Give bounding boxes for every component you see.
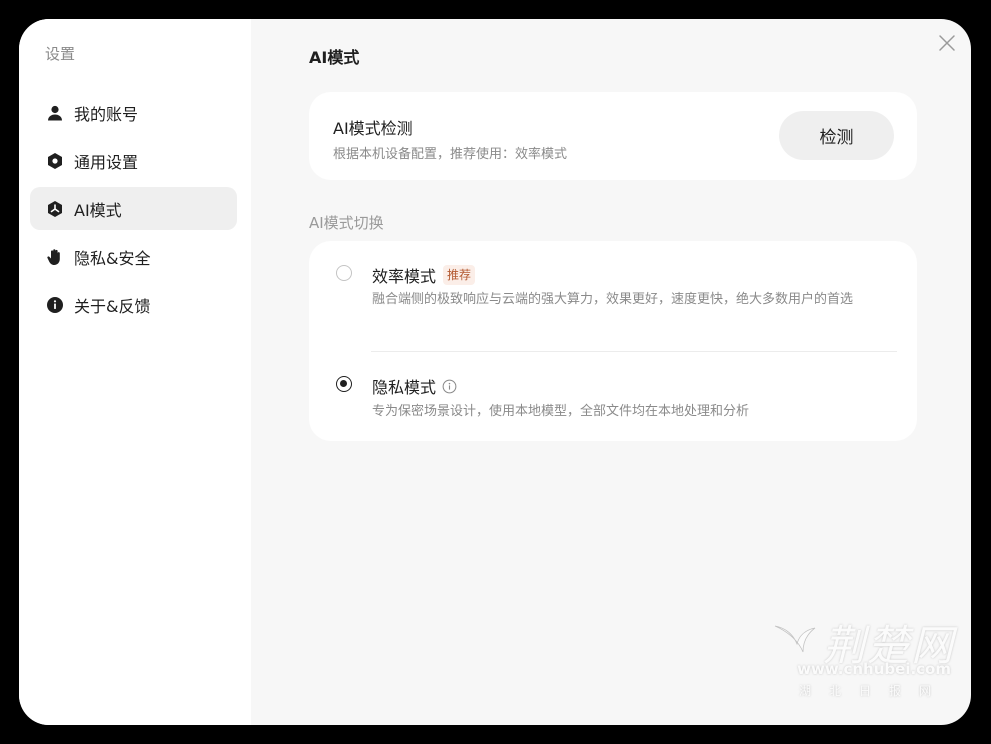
sidebar: 设置 我的账号 通用设置 AI模式 隐私&安全 关于&反馈 bbox=[19, 19, 251, 725]
sidebar-item-ai-mode[interactable]: AI模式 bbox=[30, 187, 237, 230]
close-icon bbox=[939, 35, 955, 51]
mode-name: 隐私模式 bbox=[372, 374, 457, 398]
sidebar-item-label: 关于&反馈 bbox=[74, 296, 151, 316]
radio-selected-dot bbox=[340, 380, 347, 387]
close-button[interactable] bbox=[937, 33, 957, 53]
detect-description: 根据本机设备配置，推荐使用：效率模式 bbox=[333, 147, 568, 162]
info-icon[interactable] bbox=[442, 379, 457, 394]
mode-name: 效率模式 推荐 bbox=[372, 263, 476, 287]
detect-button[interactable]: 检测 bbox=[779, 111, 894, 160]
efficiency-mode-name: 效率模式 bbox=[372, 267, 437, 286]
efficiency-mode-description: 融合端侧的极致响应与云端的强大算力，效果更好，速度更快，绝大多数用户的首选 bbox=[372, 292, 854, 307]
sidebar-nav: 我的账号 通用设置 AI模式 隐私&安全 关于&反馈 bbox=[30, 91, 237, 331]
sidebar-item-privacy-security[interactable]: 隐私&安全 bbox=[30, 235, 237, 278]
ai-mode-icon bbox=[46, 200, 64, 218]
info-circle-icon bbox=[46, 296, 64, 314]
main-panel: AI模式 AI模式检测 根据本机设备配置，推荐使用：效率模式 检测 AI模式切换… bbox=[251, 19, 971, 725]
settings-window: 设置 我的账号 通用设置 AI模式 隐私&安全 关于&反馈 AI模式 AI模式检… bbox=[19, 19, 971, 725]
hexagon-settings-icon bbox=[46, 152, 64, 170]
sidebar-item-general-settings[interactable]: 通用设置 bbox=[30, 139, 237, 182]
sidebar-item-label: 我的账号 bbox=[74, 104, 139, 124]
privacy-mode-option[interactable]: 隐私模式 专为保密场景设计，使用本地模型，全部文件均在本地处理和分析 bbox=[309, 352, 917, 441]
person-icon bbox=[46, 104, 64, 122]
ai-mode-switch-label: AI模式切换 bbox=[309, 214, 384, 232]
sidebar-item-about-feedback[interactable]: 关于&反馈 bbox=[30, 283, 237, 326]
sidebar-item-label: 通用设置 bbox=[74, 152, 139, 172]
hand-icon bbox=[46, 248, 64, 266]
sidebar-item-label: AI模式 bbox=[74, 200, 122, 220]
recommended-badge: 推荐 bbox=[443, 265, 476, 285]
efficiency-mode-option[interactable]: 效率模式 推荐 融合端侧的极致响应与云端的强大算力，效果更好，速度更快，绝大多数… bbox=[309, 241, 917, 351]
efficiency-mode-radio[interactable] bbox=[336, 265, 352, 281]
sidebar-item-label: 隐私&安全 bbox=[74, 248, 151, 268]
privacy-mode-radio[interactable] bbox=[336, 376, 352, 392]
sidebar-title: 设置 bbox=[45, 45, 76, 63]
page-title: AI模式 bbox=[309, 48, 360, 67]
ai-mode-options-card: 效率模式 推荐 融合端侧的极致响应与云端的强大算力，效果更好，速度更快，绝大多数… bbox=[309, 241, 917, 441]
detect-title: AI模式检测 bbox=[333, 119, 413, 138]
ai-mode-detect-card: AI模式检测 根据本机设备配置，推荐使用：效率模式 检测 bbox=[309, 92, 917, 180]
privacy-mode-name: 隐私模式 bbox=[372, 378, 437, 397]
privacy-mode-description: 专为保密场景设计，使用本地模型，全部文件均在本地处理和分析 bbox=[372, 404, 750, 419]
sidebar-item-my-account[interactable]: 我的账号 bbox=[30, 91, 237, 134]
